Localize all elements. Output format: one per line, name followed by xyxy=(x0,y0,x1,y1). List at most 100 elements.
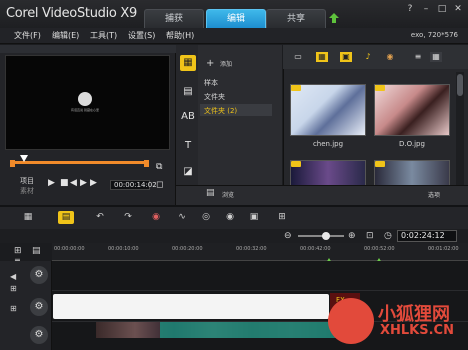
photo-tag-icon xyxy=(375,85,385,91)
scrub-bar[interactable] xyxy=(14,161,148,164)
motion-icon[interactable]: ◎ xyxy=(198,211,214,224)
trim-start-marker[interactable] xyxy=(10,160,15,167)
timeline-timecode[interactable]: 0:02:24:12 xyxy=(397,230,457,242)
subtitle-icon[interactable]: ◉ xyxy=(222,211,238,224)
add-folder-label[interactable]: 添加 xyxy=(220,59,232,68)
zoom-out-icon[interactable]: ⊖ xyxy=(284,231,292,241)
folder-panel xyxy=(198,45,282,205)
photo-tag-icon xyxy=(291,161,301,167)
folder-item-sample[interactable]: 样本 xyxy=(204,78,218,88)
split-icon[interactable]: ⧉ xyxy=(156,162,162,172)
preview-logo xyxy=(78,92,92,106)
folder-item-folder-2[interactable]: 文件夹 (2) xyxy=(204,106,237,116)
track-lock-icon[interactable]: ⊞ xyxy=(10,284,17,293)
audio-mix-icon[interactable]: ∿ xyxy=(174,211,190,224)
trim-end-marker[interactable] xyxy=(144,160,149,167)
project-mode-label[interactable]: 项目 xyxy=(20,176,34,186)
menu-settings[interactable]: 设置(S) xyxy=(128,30,155,41)
project-info: exo, 720*576 xyxy=(410,31,458,39)
track-divider xyxy=(52,290,468,291)
zoom-slider[interactable] xyxy=(298,235,344,237)
player-header xyxy=(0,45,176,53)
add-icon[interactable]: + xyxy=(206,58,214,69)
watermark-url: XHLKS.CN xyxy=(380,323,454,338)
transition-icon[interactable]: AB xyxy=(180,109,196,125)
close-icon[interactable]: ✕ xyxy=(452,4,464,15)
thumbnail-view-icon[interactable]: ▦ xyxy=(430,52,442,62)
scrub-handle[interactable] xyxy=(20,155,28,162)
play-button[interactable]: ▶ xyxy=(48,178,55,188)
zoom-in-icon[interactable]: ⊕ xyxy=(348,231,356,241)
graphic-icon[interactable]: ◪ xyxy=(180,164,196,180)
instant-project-icon[interactable]: ▤ xyxy=(180,84,196,100)
menu-tools[interactable]: 工具(T) xyxy=(90,30,117,41)
home-button[interactable]: ■ xyxy=(60,178,69,188)
watermark-fox-logo xyxy=(328,298,374,344)
track-visibility-icon[interactable]: ◀ xyxy=(10,272,16,281)
zoom-slider-handle[interactable] xyxy=(322,232,330,240)
media-thumb-4[interactable] xyxy=(374,160,450,186)
sort-icon[interactable]: ◉ xyxy=(384,52,396,62)
upload-arrow-icon[interactable] xyxy=(328,12,340,24)
media-thumb-3[interactable] xyxy=(290,160,366,186)
folder-item-folder[interactable]: 文件夹 xyxy=(204,92,225,102)
ruler-tick: 00:00:20:00 xyxy=(172,246,203,252)
tab-share[interactable]: 共享 xyxy=(266,9,326,28)
title-track-icon[interactable]: ⚙ xyxy=(30,326,48,344)
media-icon[interactable]: ▦ xyxy=(180,55,196,71)
ruler-tick: 00:01:02:00 xyxy=(428,246,459,252)
browse-icon[interactable]: ▤ xyxy=(206,188,215,198)
media-caption-do: D.O.jpg xyxy=(399,140,425,148)
storyboard-view-icon[interactable]: ▦ xyxy=(20,211,36,224)
ruler-tick: 00:00:52:00 xyxy=(364,246,395,252)
redo-icon[interactable]: ↷ xyxy=(120,211,136,224)
repeat-button[interactable]: ▶ xyxy=(90,178,97,188)
menu-file[interactable]: 文件(F) xyxy=(14,30,41,41)
list-view-icon[interactable]: ≡ xyxy=(412,52,424,62)
maximize-icon[interactable]: □ xyxy=(436,4,448,15)
minimize-icon[interactable]: – xyxy=(420,4,432,15)
photo-tag-icon xyxy=(291,85,301,91)
player-timecode[interactable]: 00:00:14:02 xyxy=(110,180,157,190)
audio-filter-icon[interactable]: ♪ xyxy=(362,52,374,62)
track-mute-icon[interactable]: ⊞ xyxy=(10,304,17,313)
photo-tag-icon xyxy=(375,161,385,167)
timeline-view-icon[interactable]: ▤ xyxy=(58,211,74,224)
menu-help[interactable]: 帮助(H) xyxy=(166,30,194,41)
photo-filter-icon[interactable]: ▣ xyxy=(340,52,352,62)
ruler-tick: 00:00:00:00 xyxy=(54,246,85,252)
multicam-icon[interactable]: ▣ xyxy=(246,211,262,224)
media-caption-chen: chen.jpg xyxy=(312,140,344,148)
app-logo: Corel VideoStudio X9 xyxy=(6,6,137,21)
overlay-track-icon[interactable]: ⚙ xyxy=(30,298,48,316)
ruler-tick: 00:00:32:00 xyxy=(236,246,267,252)
prev-button[interactable]: ◀ xyxy=(70,178,77,188)
next-button[interactable]: ▶ xyxy=(80,178,87,188)
video-filter-icon[interactable]: ▦ xyxy=(316,52,328,62)
volume-icon[interactable]: ◻ xyxy=(156,180,163,190)
help-icon[interactable]: ? xyxy=(404,4,416,15)
track-manager-icon[interactable]: ⊞ xyxy=(14,246,22,256)
browse-label[interactable]: 浏览 xyxy=(222,190,234,199)
split-screen-icon[interactable]: ⊞ xyxy=(274,211,290,224)
overlay-clip[interactable] xyxy=(53,294,329,319)
video-track-icon[interactable]: ⚙ xyxy=(30,266,48,284)
library-footer xyxy=(176,185,468,205)
record-icon[interactable]: ◉ xyxy=(148,211,164,224)
clip-mode-label[interactable]: 素材 xyxy=(20,186,34,196)
fit-project-icon[interactable]: ⊡ xyxy=(366,231,374,241)
menu-edit[interactable]: 编辑(E) xyxy=(52,30,79,41)
media-thumb-chen[interactable] xyxy=(290,84,366,136)
undo-icon[interactable]: ↶ xyxy=(92,211,108,224)
tab-edit[interactable]: 编辑 xyxy=(206,9,266,28)
media-scrollbar-thumb[interactable] xyxy=(457,74,463,96)
media-thumb-do[interactable] xyxy=(374,84,450,136)
clock-icon: ◷ xyxy=(384,231,392,241)
ruler-tick: 00:00:42:00 xyxy=(300,246,331,252)
options-label[interactable]: 选项 xyxy=(428,190,440,199)
tab-capture[interactable]: 捕获 xyxy=(144,9,204,28)
preview-caption: 有话直说 别藏在心里 xyxy=(71,108,99,112)
chapter-point-icon[interactable]: ▤ xyxy=(32,246,41,256)
title-icon[interactable]: T xyxy=(180,138,196,154)
folder-icon[interactable]: ▭ xyxy=(292,52,304,62)
